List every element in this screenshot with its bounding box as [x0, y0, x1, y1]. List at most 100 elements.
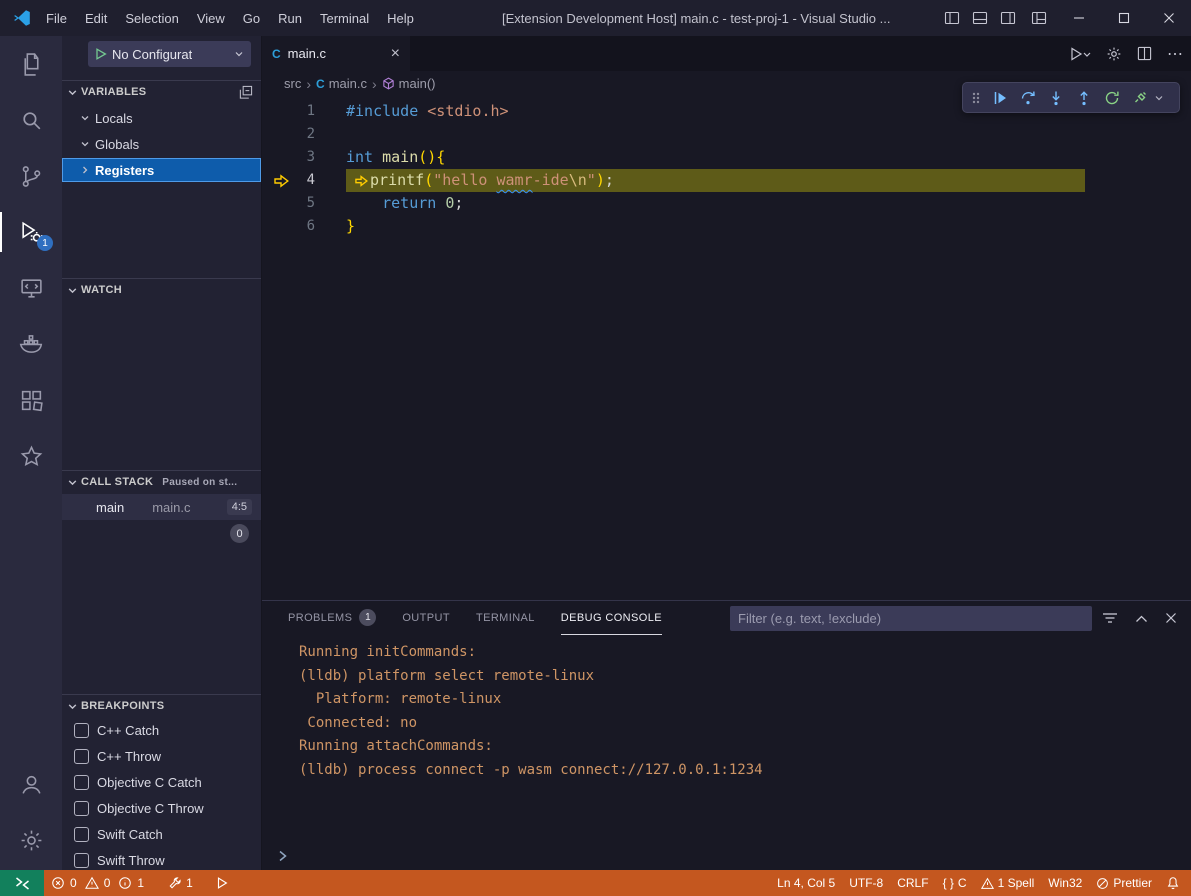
- variables-scope-registers[interactable]: Registers: [62, 158, 261, 182]
- code-line[interactable]: 4 printf("hello wamr-ide\n");: [262, 169, 1191, 192]
- maximize-button[interactable]: [1101, 0, 1146, 36]
- breadcrumb-item-symbol[interactable]: main(): [382, 76, 436, 91]
- spell-checker-status[interactable]: 1 Spell: [974, 870, 1042, 896]
- line-number[interactable]: 4: [262, 169, 346, 192]
- variables-section-header[interactable]: VARIABLES: [62, 80, 261, 103]
- tab-main-c[interactable]: C main.c ×: [262, 36, 410, 71]
- close-tab-icon[interactable]: ×: [391, 46, 400, 62]
- drag-handle-icon[interactable]: [967, 91, 985, 105]
- code-line[interactable]: 2: [262, 123, 1191, 146]
- sidebar-item-settings[interactable]: [0, 812, 62, 868]
- breakpoint-checkbox[interactable]: [74, 775, 89, 790]
- restart-button[interactable]: [1098, 85, 1125, 111]
- code-line[interactable]: 5 return 0;: [262, 192, 1191, 215]
- menu-help[interactable]: Help: [378, 0, 423, 36]
- console-filter-input[interactable]: [730, 606, 1092, 631]
- breadcrumb-item-src[interactable]: src: [284, 76, 301, 91]
- breakpoint-row[interactable]: Objective C Catch: [62, 770, 261, 795]
- platform-indicator[interactable]: Win32: [1041, 870, 1089, 896]
- watch-section-header[interactable]: WATCH: [62, 278, 261, 301]
- close-window-button[interactable]: [1146, 0, 1191, 36]
- debug-toolbar[interactable]: [962, 82, 1180, 113]
- tab-debug-console[interactable]: DEBUG CONSOLE: [561, 601, 662, 635]
- sidebar-item-remote-explorer[interactable]: [0, 260, 62, 316]
- sidebar-item-explorer[interactable]: [0, 36, 62, 92]
- maximize-panel-icon[interactable]: [1135, 614, 1148, 623]
- variables-scope-locals[interactable]: Locals: [62, 106, 261, 130]
- continue-button[interactable]: [986, 85, 1013, 111]
- problems-status[interactable]: 0 0 1: [44, 870, 151, 896]
- code-line[interactable]: 6}: [262, 215, 1191, 238]
- sidebar-item-source-control[interactable]: [0, 148, 62, 204]
- console-output[interactable]: Running initCommands:(lldb) platform sel…: [299, 641, 1171, 782]
- breakpoint-row[interactable]: C++ Throw: [62, 744, 261, 769]
- split-editor-icon[interactable]: [1137, 46, 1152, 61]
- notifications-bell[interactable]: [1159, 870, 1187, 896]
- menu-go[interactable]: Go: [234, 0, 269, 36]
- minimize-button[interactable]: [1056, 0, 1101, 36]
- eol-indicator[interactable]: CRLF: [890, 870, 935, 896]
- line-number[interactable]: 5: [262, 192, 346, 215]
- more-actions-icon[interactable]: ⋯: [1167, 44, 1183, 64]
- launch-configuration-dropdown[interactable]: No Configurat: [88, 41, 251, 67]
- code-line[interactable]: 3int main(){: [262, 146, 1191, 169]
- variables-scope-globals[interactable]: Globals: [62, 132, 261, 156]
- disconnect-button[interactable]: [1126, 85, 1153, 111]
- step-out-button[interactable]: [1070, 85, 1097, 111]
- close-panel-icon[interactable]: [1165, 612, 1177, 624]
- chevron-down-icon[interactable]: [1154, 93, 1168, 103]
- breakpoint-checkbox[interactable]: [74, 749, 89, 764]
- console-input-prompt[interactable]: [277, 850, 289, 862]
- sidebar-item-account[interactable]: [0, 756, 62, 812]
- sidebar-item-search[interactable]: [0, 92, 62, 148]
- line-number[interactable]: 1: [262, 100, 346, 123]
- menu-run[interactable]: Run: [269, 0, 311, 36]
- menu-view[interactable]: View: [188, 0, 234, 36]
- formatter-status[interactable]: Prettier: [1089, 870, 1159, 896]
- menu-terminal[interactable]: Terminal: [311, 0, 378, 36]
- tab-terminal[interactable]: TERMINAL: [476, 601, 535, 635]
- step-into-button[interactable]: [1042, 85, 1069, 111]
- code-editor[interactable]: 1#include <stdio.h>23int main(){4 printf…: [262, 96, 1191, 600]
- breakpoint-checkbox[interactable]: [74, 801, 89, 816]
- breakpoint-checkbox[interactable]: [74, 853, 89, 868]
- debug-launch-status[interactable]: [208, 870, 236, 896]
- configure-gear-icon[interactable]: [1106, 46, 1122, 62]
- run-or-debug-icon[interactable]: [1069, 46, 1091, 62]
- customize-layout-icon[interactable]: [1022, 0, 1056, 36]
- toggle-panel-icon[interactable]: [966, 0, 994, 36]
- tools-status[interactable]: 1: [161, 870, 200, 896]
- call-stack-frame[interactable]: main main.c 4:5: [62, 494, 261, 520]
- call-stack-section-title: CALL STACK: [81, 476, 153, 488]
- filter-results-icon[interactable]: [1102, 611, 1118, 625]
- line-number[interactable]: 2: [262, 123, 346, 146]
- remote-indicator[interactable]: [0, 870, 44, 896]
- breakpoint-row[interactable]: C++ Catch: [62, 718, 261, 743]
- breadcrumb-item-file[interactable]: C main.c: [316, 76, 367, 91]
- cursor-position[interactable]: Ln 4, Col 5: [770, 870, 842, 896]
- debug-current-line-arrow-icon[interactable]: [274, 174, 289, 188]
- sidebar-item-docker[interactable]: [0, 316, 62, 372]
- menu-file[interactable]: File: [37, 0, 76, 36]
- tab-problems[interactable]: PROBLEMS 1: [288, 601, 376, 635]
- encoding-indicator[interactable]: UTF-8: [842, 870, 890, 896]
- breakpoint-row[interactable]: Objective C Throw: [62, 796, 261, 821]
- toggle-sidebar-icon[interactable]: [938, 0, 966, 36]
- menu-edit[interactable]: Edit: [76, 0, 116, 36]
- breakpoint-checkbox[interactable]: [74, 827, 89, 842]
- line-number[interactable]: 6: [262, 215, 346, 238]
- breakpoint-checkbox[interactable]: [74, 723, 89, 738]
- toggle-secondary-sidebar-icon[interactable]: [994, 0, 1022, 36]
- breakpoints-section-header[interactable]: BREAKPOINTS: [62, 694, 261, 717]
- step-over-button[interactable]: [1014, 85, 1041, 111]
- sidebar-item-favorites[interactable]: [0, 428, 62, 484]
- sidebar-item-run-and-debug[interactable]: 1: [0, 204, 62, 260]
- sidebar-item-extensions[interactable]: [0, 372, 62, 428]
- language-mode[interactable]: { } C: [936, 870, 974, 896]
- collapse-all-icon[interactable]: [238, 85, 253, 100]
- line-number[interactable]: 3: [262, 146, 346, 169]
- menu-selection[interactable]: Selection: [116, 0, 187, 36]
- breakpoint-row[interactable]: Swift Catch: [62, 822, 261, 847]
- call-stack-section-header[interactable]: CALL STACK Paused on st...: [62, 470, 261, 493]
- tab-output[interactable]: OUTPUT: [402, 601, 450, 635]
